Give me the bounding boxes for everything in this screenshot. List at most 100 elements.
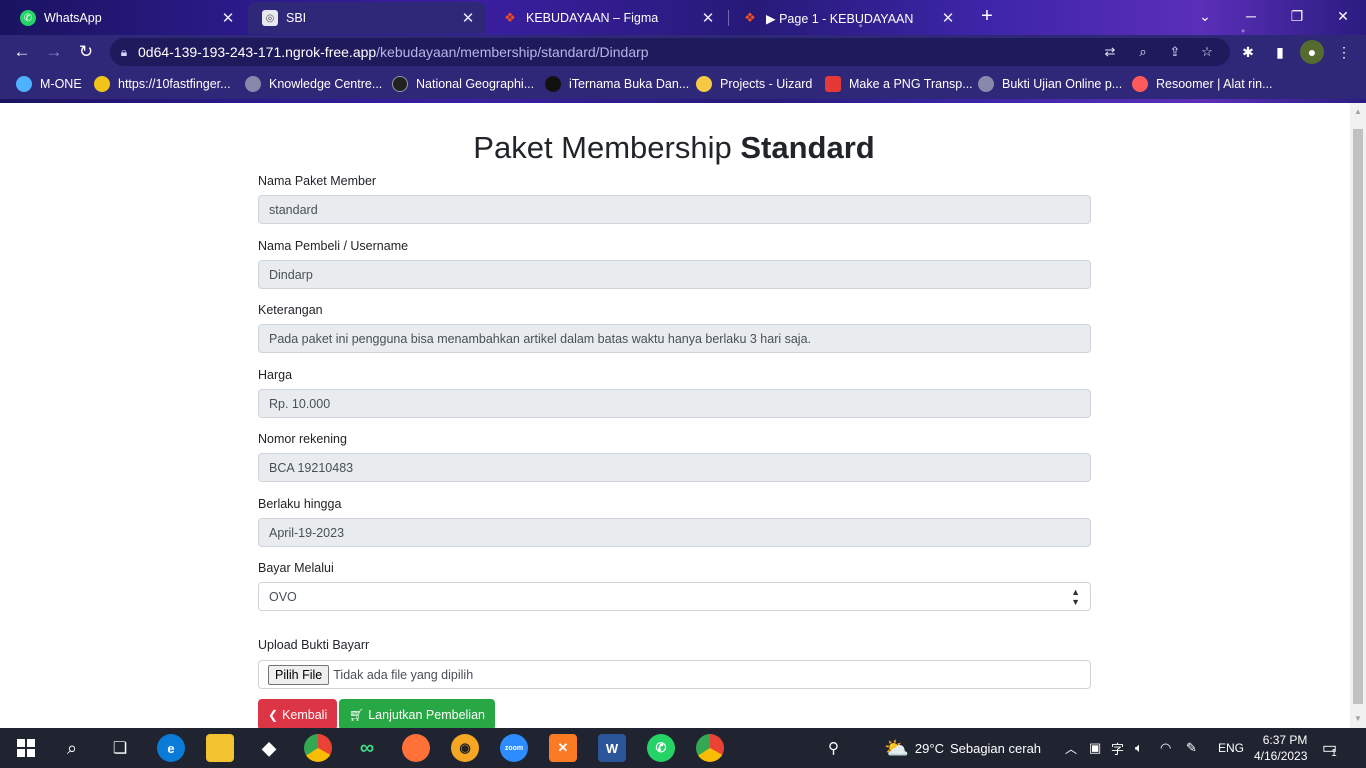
new-tab-button[interactable]: +: [976, 5, 998, 27]
notification-icon[interactable]: ▭ 1: [1322, 728, 1337, 768]
tab-whatsapp[interactable]: ✆ WhatsApp ✕: [6, 2, 246, 34]
forward-button[interactable]: →: [42, 40, 66, 64]
side-panel-icon[interactable]: ▮: [1268, 40, 1292, 64]
upload-label: Upload Bukti Bayarr: [258, 638, 370, 652]
firefox-icon[interactable]: [402, 734, 430, 762]
bookmark-icon: [978, 76, 994, 92]
tab-sbi[interactable]: ◎ SBI ✕: [248, 2, 486, 34]
bookmarks-bar: M-ONE https://10fastfinger... Knowledge …: [0, 69, 1366, 99]
back-label: Kembali: [282, 707, 328, 722]
browser-chrome: ✆ WhatsApp ✕ ◎ SBI ✕ ❖ KEBUDAYAAN – Figm…: [0, 0, 1366, 103]
continue-purchase-button[interactable]: 🛒︎ Lanjutkan Pembelian: [339, 699, 495, 728]
translate-icon[interactable]: ⇄: [1100, 43, 1120, 61]
username-field[interactable]: Dindarp: [258, 260, 1091, 289]
clock[interactable]: 6:37 PM 4/16/2023: [1254, 728, 1307, 768]
url-path: /kebudayaan/membership/standard/Dindarp: [376, 44, 649, 60]
dropbox-icon[interactable]: ◆: [255, 734, 283, 762]
windows-taskbar: ⌕ ❏ e ◆ ∞ ◉ zoom ✕ W ✆ ⚲ ⛅ 29°C Sebagian…: [0, 728, 1366, 768]
bookmark-item[interactable]: Bukti Ujian Online p...: [978, 75, 1122, 93]
tab-figma-kebudayaan[interactable]: ❖ KEBUDAYAAN – Figma ✕: [488, 2, 726, 34]
tab-title: SBI: [286, 11, 307, 25]
tab-figma-page1[interactable]: ❖ ▶ Page 1 - KEBUDAYAAN ✕: [728, 2, 966, 34]
scroll-up-icon[interactable]: ▲: [1350, 105, 1366, 119]
bookmark-item[interactable]: Resoomer | Alat rin...: [1132, 75, 1273, 93]
bookmark-item[interactable]: M-ONE: [16, 75, 82, 93]
bookmark-item[interactable]: Make a PNG Transp...: [825, 75, 973, 93]
page-scrollbar[interactable]: ▲ ▼: [1350, 103, 1366, 728]
edge-icon[interactable]: e: [157, 734, 185, 762]
choose-file-button[interactable]: Pilih File: [268, 664, 330, 685]
weather-widget[interactable]: ⛅ 29°C Sebagian cerah: [884, 728, 1041, 768]
menu-icon[interactable]: ⋮: [1332, 40, 1356, 64]
chevron-up-icon[interactable]: ︿: [1065, 728, 1077, 768]
close-icon[interactable]: ✕: [700, 9, 716, 27]
scroll-down-icon[interactable]: ▼: [1350, 712, 1366, 726]
minimize-button[interactable]: ─: [1228, 4, 1274, 28]
bookmark-label: Knowledge Centre...: [269, 77, 383, 91]
close-icon[interactable]: ✕: [460, 9, 476, 27]
shopping-cart-icon: 🛒︎: [349, 707, 365, 722]
back-button-page[interactable]: ❮ Kembali: [258, 699, 338, 728]
meet-now-icon[interactable]: ▣: [1089, 728, 1101, 768]
arduino-icon[interactable]: ∞: [353, 734, 381, 762]
tab-title: ▶ Page 1 - KEBUDAYAAN: [766, 11, 914, 26]
search-icon[interactable]: ⌕: [58, 734, 86, 762]
upload-proof-input[interactable]: Pilih File Tidak ada file yang dipilih: [258, 660, 1091, 689]
account-number-label: Nomor rekening: [258, 432, 347, 446]
close-icon[interactable]: ✕: [220, 9, 236, 27]
share-icon[interactable]: ⇪: [1165, 43, 1185, 61]
bookmark-item[interactable]: Knowledge Centre...: [245, 75, 382, 93]
bookmark-item[interactable]: Projects - Uizard: [696, 75, 812, 93]
payment-method-select[interactable]: OVO ▲ ▼: [258, 582, 1091, 611]
pen-icon[interactable]: ✎: [1186, 728, 1197, 768]
page-title: Paket Membership Standard: [0, 130, 1348, 166]
word-icon[interactable]: W: [598, 734, 626, 762]
bookmark-label: National Geographi...: [416, 77, 535, 91]
address-bar[interactable]: 🔒︎ 0d64-139-193-243-171.ngrok-free.app/k…: [110, 38, 1230, 66]
bookmark-star-icon[interactable]: ☆: [1197, 43, 1217, 61]
input-method-icon[interactable]: 字: [1111, 728, 1124, 768]
wifi-icon[interactable]: ◠: [1160, 728, 1171, 768]
reload-button[interactable]: ↻: [74, 40, 98, 64]
price-field[interactable]: Rp. 10.000: [258, 389, 1091, 418]
windows-start-icon[interactable]: [12, 734, 40, 762]
select-arrows-icon: ▲ ▼: [1071, 586, 1080, 607]
bookmark-item[interactable]: https://10fastfinger...: [94, 75, 231, 93]
close-icon[interactable]: ✕: [940, 9, 956, 27]
profile-avatar[interactable]: ●: [1300, 40, 1324, 64]
valid-until-field[interactable]: April-19-2023: [258, 518, 1091, 547]
bookmark-label: Resoomer | Alat rin...: [1156, 77, 1273, 91]
description-field[interactable]: Pada paket ini pengguna bisa menambahkan…: [258, 324, 1091, 353]
language-indicator[interactable]: ENG: [1218, 728, 1244, 768]
bookmark-item[interactable]: National Geographi...: [392, 75, 534, 93]
file-explorer-icon[interactable]: [206, 734, 234, 762]
lock-icon[interactable]: 🔒︎: [110, 45, 138, 60]
tab-search-button[interactable]: ⌄: [1182, 4, 1228, 28]
bookmark-icon: [825, 76, 841, 92]
chevron-left-circle-icon: ❮: [268, 707, 279, 722]
close-window-button[interactable]: ✕: [1320, 4, 1366, 28]
valid-until-label: Berlaku hingga: [258, 497, 342, 511]
bookmark-label: Bukti Ujian Online p...: [1002, 77, 1123, 91]
chrome-icon[interactable]: [304, 734, 332, 762]
zoom-icon[interactable]: ⌕: [1133, 43, 1153, 61]
payment-method-label: Bayar Melalui: [258, 561, 334, 575]
volume-icon[interactable]: 🔈︎: [1135, 728, 1143, 768]
people-icon[interactable]: ⚲: [828, 728, 839, 768]
vpn-shield-icon[interactable]: ◉: [451, 734, 479, 762]
extensions-icon[interactable]: ✱: [1236, 40, 1260, 64]
page-content: Paket Membership Standard Nama Paket Mem…: [0, 103, 1350, 728]
account-number-field[interactable]: BCA 19210483: [258, 453, 1091, 482]
package-name-field[interactable]: standard: [258, 195, 1091, 224]
scroll-thumb[interactable]: [1353, 129, 1363, 704]
chrome-active-icon[interactable]: [686, 728, 734, 768]
bookmark-icon: [245, 76, 261, 92]
clock-time: 6:37 PM: [1262, 733, 1308, 747]
back-button[interactable]: ←: [10, 40, 34, 64]
xampp-icon[interactable]: ✕: [549, 734, 577, 762]
whatsapp-taskbar-icon[interactable]: ✆: [647, 734, 675, 762]
bookmark-item[interactable]: iTernama Buka Dan...: [545, 75, 689, 93]
zoom-app-icon[interactable]: zoom: [500, 734, 528, 762]
task-view-icon[interactable]: ❏: [106, 734, 134, 762]
restore-button[interactable]: ❐: [1274, 4, 1320, 28]
